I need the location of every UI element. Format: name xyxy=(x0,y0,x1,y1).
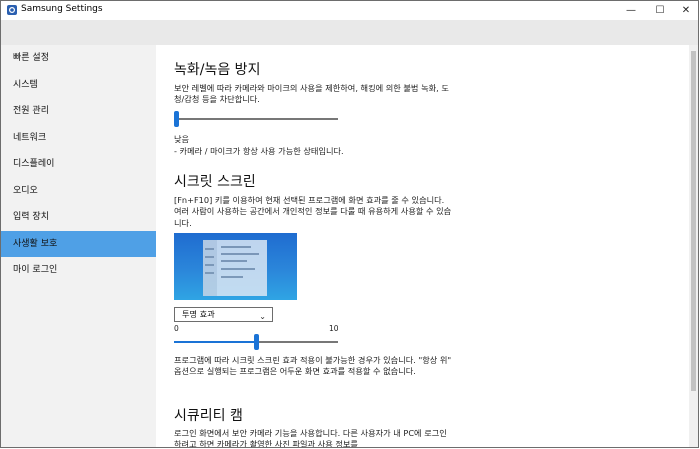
window-title: Samsung Settings xyxy=(21,4,103,14)
sidebar-item-network[interactable]: 네트워크 xyxy=(1,125,156,152)
sidebar-item-audio[interactable]: 오디오 xyxy=(1,178,156,205)
maximize-icon: ☐ xyxy=(655,5,665,16)
sidebar-item-privacy[interactable]: 사생활 보호 xyxy=(1,230,156,257)
preview-line xyxy=(205,272,214,274)
effect-dropdown-value: 투명 효과 xyxy=(182,309,215,319)
scrollbar-thumb[interactable] xyxy=(691,51,696,391)
security-level-detail: - 카메라 / 마이크가 항상 사용 가능한 상태입니다. xyxy=(174,146,344,156)
close-icon: ✕ xyxy=(681,5,691,16)
preview-line xyxy=(221,276,243,278)
effect-slider-thumb[interactable] xyxy=(254,334,259,350)
main-content: 녹화/녹음 방지 보안 레벨에 따라 카메라와 마이크의 사용을 제한하여, 해… xyxy=(156,45,690,448)
preview-line xyxy=(221,268,255,270)
header-strip xyxy=(1,20,698,45)
chevron-down-icon: ⌄ xyxy=(259,312,266,321)
sidebar-item-input-devices[interactable]: 입력 장치 xyxy=(1,204,156,231)
preview-line xyxy=(205,264,214,266)
effect-slider-max-label: 10 xyxy=(329,324,339,333)
section-title-recording-protection: 녹화/녹음 방지 xyxy=(174,62,261,78)
secret-screen-note: 프로그램에 따라 시크릿 스크린 효과 적용이 불가능한 경우가 있습니다. "… xyxy=(174,355,452,377)
security-level-track xyxy=(174,118,338,120)
title-bar[interactable]: Samsung Settings — ☐ ✕ xyxy=(1,1,698,20)
sidebar-item-quick-settings[interactable]: 빠른 설정 xyxy=(1,45,156,72)
sidebar: 빠른 설정 시스템 전원 관리 네트워크 디스플레이 오디오 입력 장치 사생활… xyxy=(1,45,156,447)
preview-line xyxy=(221,246,251,248)
sidebar-item-display[interactable]: 디스플레이 xyxy=(1,151,156,178)
security-level-thumb[interactable] xyxy=(174,111,179,127)
samsung-settings-icon xyxy=(7,5,17,15)
preview-line xyxy=(221,253,259,255)
sidebar-item-my-login[interactable]: 마이 로그인 xyxy=(1,257,156,284)
secret-screen-description: [Fn+F10] 키를 이용하여 현재 선택된 프로그램에 화면 효과를 줄 수… xyxy=(174,195,452,228)
minimize-icon: — xyxy=(626,5,636,16)
preview-line xyxy=(205,248,214,250)
effect-dropdown[interactable]: 투명 효과 ⌄ xyxy=(174,307,273,322)
close-button[interactable]: ✕ xyxy=(672,1,698,20)
sidebar-item-system[interactable]: 시스템 xyxy=(1,72,156,99)
app-window: Samsung Settings — ☐ ✕ 빠른 설정 시스템 전원 관리 네… xyxy=(0,0,699,448)
preview-line xyxy=(221,260,247,262)
section-title-secret-screen: 시크릿 스크린 xyxy=(174,174,256,190)
preview-line xyxy=(205,256,214,258)
effect-slider-min-label: 0 xyxy=(174,324,179,333)
section-title-security-cam: 시큐리티 캠 xyxy=(174,408,243,424)
secret-screen-preview-image xyxy=(174,233,297,300)
security-cam-description: 로그인 화면에서 보안 카메라 기능을 사용합니다. 다른 사용자가 내 PC에… xyxy=(174,428,447,448)
effect-slider-fill xyxy=(174,341,256,343)
recording-description: 보안 레벨에 따라 카메라와 마이크의 사용을 제한하여, 해킹에 의한 불법 … xyxy=(174,83,449,105)
sidebar-item-power[interactable]: 전원 관리 xyxy=(1,98,156,125)
security-level-label: 낮음 xyxy=(174,134,190,144)
vertical-scrollbar[interactable] xyxy=(689,45,698,447)
preview-window xyxy=(203,240,267,296)
minimize-button[interactable]: — xyxy=(617,1,645,20)
maximize-button[interactable]: ☐ xyxy=(646,1,674,20)
